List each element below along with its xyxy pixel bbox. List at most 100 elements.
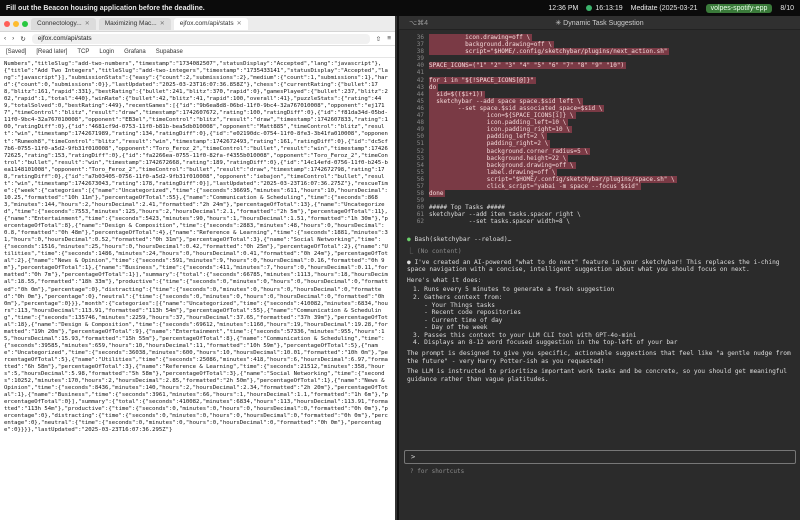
- line-code: background.corner_radius=5 \: [429, 147, 590, 155]
- bookmark-grafana[interactable]: Grafana: [124, 49, 146, 55]
- line-number: 40: [416, 62, 424, 70]
- line-code: padding_right=2 \: [429, 140, 551, 148]
- line-code: script="$HOME/.config/sketchybar/plugins…: [429, 48, 670, 56]
- bash-result: ⎿ (No content): [407, 247, 462, 255]
- bookmark-read-later[interactable]: [Read later]: [36, 49, 67, 55]
- line-code: icon.padding_right=10 \: [429, 126, 572, 134]
- line-code: --set space.$sid associated_space=$sid \: [429, 104, 605, 113]
- code-line: 59: [399, 197, 800, 204]
- code-line: 37 background.drawing=off \: [399, 41, 800, 49]
- terminal-window: ⌥⌘4 ✳ Dynamic Task Suggestion 36 icon.dr…: [399, 16, 800, 520]
- menu-icon[interactable]: ≡: [387, 35, 391, 42]
- code-line: 42 for i in "${!SPACE_ICONS[@]}": [399, 76, 800, 84]
- back-icon[interactable]: ‹: [4, 35, 6, 42]
- bash-command: ● Bash(sketchybar --reload)…: [407, 235, 512, 243]
- line-number: 55: [416, 168, 424, 176]
- code-line: 52 background.corner_radius=5 \: [399, 147, 800, 155]
- line-number: 50: [416, 133, 424, 141]
- chat-input[interactable]: >: [404, 450, 796, 464]
- line-code: background.height=22 \: [429, 154, 569, 162]
- line-number: 51: [416, 140, 424, 148]
- code-line: 36 icon.drawing=off \: [399, 34, 800, 42]
- bookmarks-bar: [Saved] [Read later] TCP Login Grafana S…: [0, 46, 395, 58]
- forward-icon[interactable]: ›: [12, 35, 14, 42]
- code-line: 58 done: [399, 190, 800, 198]
- line-number: 42: [416, 76, 424, 84]
- line-number: 41: [416, 69, 424, 77]
- reload-icon[interactable]: ↻: [20, 35, 25, 43]
- menubar-meditate[interactable]: Meditate (2025-03-21: [631, 5, 698, 12]
- assistant-steps: 1. Runs every 5 minutes to generate a fr…: [413, 286, 678, 347]
- line-code: do: [429, 83, 439, 91]
- line-number: 48: [416, 119, 424, 127]
- code-line: 62 --set tasks.spacer width=8 \: [399, 218, 800, 225]
- code-line: 40 SPACE_ICONS=("1" "2" "3" "4" "5" "6" "…: [399, 62, 800, 70]
- share-icon[interactable]: ⇧: [376, 35, 381, 43]
- menubar-battery[interactable]: 8/10: [780, 5, 794, 12]
- close-tab-icon[interactable]: ✕: [160, 20, 165, 27]
- bookmark-supabase[interactable]: Supabase: [156, 49, 183, 55]
- code-diff-block: 36 icon.drawing=off \ 37 background.drawi…: [399, 30, 800, 226]
- tab-ejfox-stats[interactable]: ejfox.com/api/stats ✕: [173, 17, 248, 30]
- line-number: 60: [416, 204, 424, 212]
- code-line: 39: [399, 55, 800, 62]
- url-field[interactable]: ejfox.com/api/stats: [31, 33, 370, 44]
- code-line: 55 label.drawing=off \: [399, 168, 800, 176]
- menubar-time[interactable]: 12:36 PM: [548, 5, 578, 12]
- close-tab-icon[interactable]: ✕: [85, 20, 90, 27]
- assistant-intro: ● I've created an AI-powered "what to do…: [407, 258, 780, 274]
- tab-bar: Connectology... ✕ Maximizing Mac... ✕ ejfo…: [0, 16, 395, 32]
- line-number: 53: [416, 154, 424, 162]
- line-code: script="$HOME/.config/sketchybar/plugins…: [429, 175, 677, 183]
- code-line: 45 sketchybar --add space space.$sid lef…: [399, 97, 800, 105]
- clock-icon: [586, 5, 593, 11]
- code-line: 61 sketchybar --add item tasks.spacer rig…: [399, 211, 800, 218]
- bookmark-tcp[interactable]: TCP: [77, 49, 89, 55]
- assistant-how: Here's what it does:: [407, 276, 482, 284]
- line-code: ##### Top Tasks #####: [429, 204, 505, 212]
- line-number: 52: [416, 147, 424, 155]
- line-code: background.drawing=off \: [429, 161, 576, 169]
- line-number: 54: [416, 161, 424, 169]
- bookmark-login[interactable]: Login: [99, 49, 114, 55]
- line-number: 47: [416, 112, 424, 120]
- tab-maximizing-mac[interactable]: Maximizing Mac... ✕: [98, 17, 171, 30]
- bookmark-saved[interactable]: [Saved]: [6, 49, 26, 55]
- code-line: 54 background.drawing=off \: [399, 161, 800, 169]
- close-tab-icon[interactable]: ✕: [237, 20, 242, 27]
- code-line: 46 --set space.$sid associated_space=$si…: [399, 104, 800, 113]
- code-line: 41: [399, 69, 800, 76]
- code-line: 47 icon=${SPACE_ICONS[i]} \: [399, 112, 800, 120]
- line-code: background.drawing=off \: [429, 41, 554, 49]
- close-window-icon[interactable]: [4, 20, 10, 27]
- line-number: 46: [416, 104, 424, 112]
- json-response-body: Numbers","titleSlug":"add-two-numbers","…: [4, 61, 388, 434]
- tab-connectology[interactable]: Connectology... ✕: [31, 17, 96, 30]
- line-number: 36: [416, 34, 424, 41]
- minimize-window-icon[interactable]: [13, 20, 19, 27]
- browser-window: Connectology... ✕ Maximizing Mac... ✕ ejfo…: [0, 16, 397, 520]
- terminal-title-bar: ⌥⌘4 ✳ Dynamic Task Suggestion: [399, 16, 800, 30]
- code-line: 44 sid=$(($i+1)): [399, 90, 800, 98]
- line-number: 61: [416, 211, 424, 219]
- line-number: 39: [416, 55, 424, 63]
- code-line: 50 padding_left=2 \: [399, 133, 800, 141]
- code-line: 53 background.height=22 \: [399, 154, 800, 162]
- menubar-spotify-pill[interactable]: volpes-spotify-epp: [705, 3, 773, 13]
- line-number: 56: [416, 175, 424, 183]
- zoom-window-icon[interactable]: [22, 20, 28, 27]
- line-number: 45: [416, 97, 424, 105]
- terminal-shortcut: ⌥⌘4: [409, 19, 428, 27]
- line-code: icon.padding_left=10 \: [429, 119, 569, 127]
- code-line: 51 padding_right=2 \: [399, 140, 800, 148]
- menubar-clock[interactable]: 16:13:19: [586, 5, 623, 12]
- line-code: sketchybar --add item tasks.spacer right…: [429, 211, 581, 219]
- line-number: 62: [416, 218, 424, 226]
- line-number: 37: [416, 41, 424, 49]
- terminal-title: ✳ Dynamic Task Suggestion: [555, 19, 644, 27]
- code-line: 48 icon.padding_left=10 \: [399, 119, 800, 127]
- line-number: 59: [416, 197, 424, 205]
